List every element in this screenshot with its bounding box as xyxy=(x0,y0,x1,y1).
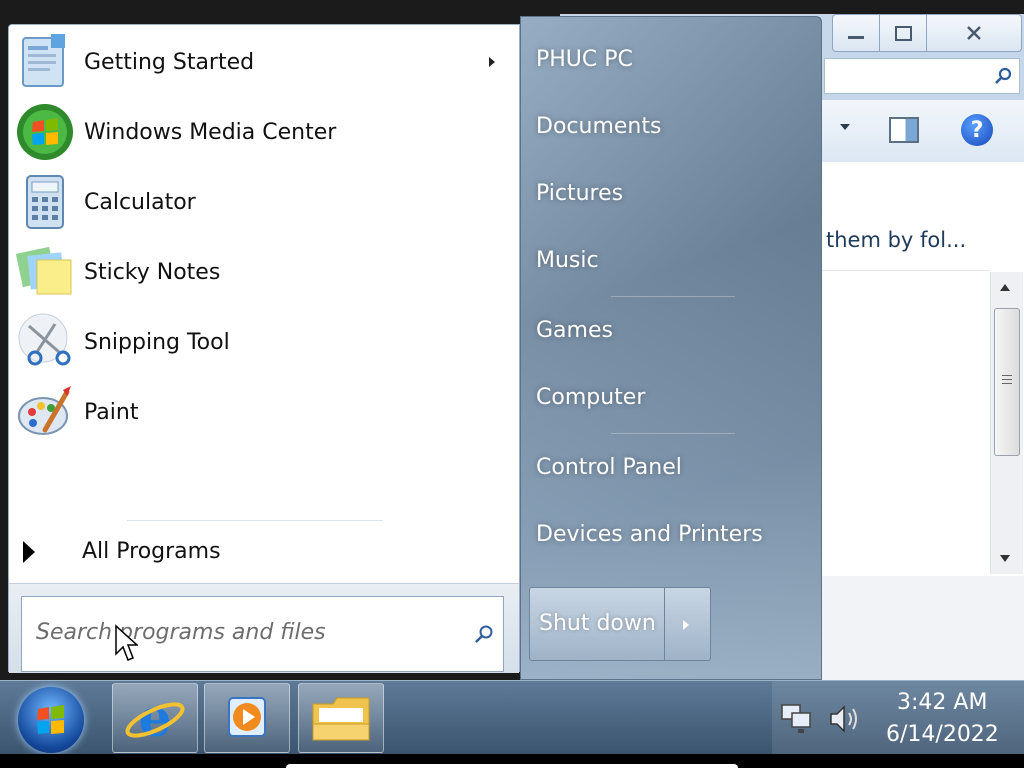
media-player-icon xyxy=(228,697,266,737)
program-label: Snipping Tool xyxy=(84,329,230,355)
taskbar-media-player[interactable] xyxy=(204,683,290,753)
place-item-user[interactable]: PHUC PC xyxy=(529,35,817,87)
close-button[interactable] xyxy=(927,14,1022,52)
place-label: Control Panel xyxy=(536,455,682,480)
place-item-games[interactable]: Games xyxy=(529,306,817,358)
place-item-devices-printers[interactable]: Devices and Printers xyxy=(529,510,817,562)
details-pane xyxy=(822,576,1024,680)
scroll-down-icon[interactable] xyxy=(1000,555,1010,562)
explorer-search-field[interactable] xyxy=(824,58,1020,94)
program-item-getting-started[interactable]: Getting Started xyxy=(9,27,519,97)
program-label: Calculator xyxy=(84,189,196,215)
start-search-input[interactable] xyxy=(34,619,458,646)
place-item-pictures[interactable]: Pictures xyxy=(529,169,817,221)
taskbar-internet-explorer[interactable]: e xyxy=(112,683,198,753)
program-item-sticky-notes[interactable]: Sticky Notes xyxy=(9,237,519,307)
getting-started-icon xyxy=(22,34,65,87)
internet-explorer-icon: e xyxy=(125,688,185,749)
network-icon[interactable] xyxy=(780,703,814,735)
program-item-snipping-tool[interactable]: Snipping Tool xyxy=(9,307,519,377)
all-programs-button[interactable]: All Programs xyxy=(9,531,519,575)
explorer-toolbar xyxy=(822,100,1024,162)
place-label: Games xyxy=(536,318,613,343)
places-divider xyxy=(611,433,735,434)
expand-arrow-icon xyxy=(23,541,35,563)
program-label: Paint xyxy=(84,399,139,425)
shutdown-label: Shut down xyxy=(539,611,656,636)
all-programs-label: All Programs xyxy=(82,539,221,564)
content-divider xyxy=(822,270,990,271)
preview-pane-icon[interactable] xyxy=(889,117,919,143)
search-icon xyxy=(475,625,493,643)
program-label: Windows Media Center xyxy=(84,119,337,145)
place-label: Pictures xyxy=(536,181,624,206)
vertical-scrollbar[interactable] xyxy=(990,272,1023,574)
close-icon xyxy=(967,26,981,40)
scissors-icon xyxy=(18,313,71,366)
program-label: Sticky Notes xyxy=(84,259,221,285)
taskbar: e xyxy=(0,680,1024,755)
screen-glint xyxy=(286,764,738,768)
programs-divider xyxy=(127,520,383,521)
place-label: Computer xyxy=(536,385,646,410)
start-button[interactable] xyxy=(18,687,84,753)
place-label: Documents xyxy=(536,114,662,139)
scroll-up-icon[interactable] xyxy=(1000,284,1010,291)
help-icon[interactable]: ? xyxy=(961,114,993,146)
minimize-button[interactable] xyxy=(832,14,880,52)
library-hint-text: them by fol... xyxy=(826,228,967,252)
program-item-paint[interactable]: Paint xyxy=(9,377,519,447)
svg-text:e: e xyxy=(138,688,171,749)
minimize-icon xyxy=(848,35,864,39)
search-area xyxy=(9,583,519,673)
maximize-button[interactable] xyxy=(880,14,927,52)
search-icon xyxy=(995,67,1012,84)
start-menu: Getting Started Windows Media Center Cal… xyxy=(8,16,822,680)
sticky-notes-icon xyxy=(15,246,72,295)
explorer-folder-icon xyxy=(312,697,370,741)
program-label: Getting Started xyxy=(84,49,255,75)
paint-palette-icon xyxy=(18,386,71,435)
programs-pane: Getting Started Windows Media Center Cal… xyxy=(8,24,520,673)
program-item-media-center[interactable]: Windows Media Center xyxy=(9,97,519,167)
shutdown-button[interactable]: Shut down xyxy=(529,587,665,661)
view-dropdown-icon[interactable] xyxy=(840,124,850,130)
place-item-music[interactable]: Music xyxy=(529,236,817,288)
restore-icon xyxy=(894,25,912,41)
clock-time[interactable]: 3:42 AM xyxy=(897,690,987,715)
clock-date[interactable]: 6/14/2022 xyxy=(886,722,999,747)
program-item-calculator[interactable]: Calculator xyxy=(9,167,519,237)
place-label: PHUC PC xyxy=(536,47,633,72)
taskbar-explorer[interactable] xyxy=(298,683,384,753)
submenu-arrow-icon[interactable] xyxy=(489,57,495,67)
place-item-documents[interactable]: Documents xyxy=(529,102,817,154)
mouse-cursor-icon xyxy=(115,624,138,661)
windows-logo-icon xyxy=(37,705,64,734)
place-label: Music xyxy=(536,248,599,273)
start-search-box[interactable] xyxy=(21,596,504,672)
desktop-screen: ? them by fol... Getting Started Windows… xyxy=(0,0,1024,768)
scroll-thumb[interactable] xyxy=(994,308,1020,456)
speaker-icon[interactable] xyxy=(828,703,862,735)
media-center-icon xyxy=(17,104,73,160)
place-label: Devices and Printers xyxy=(536,522,763,547)
calculator-icon xyxy=(26,175,64,229)
place-item-computer[interactable]: Computer xyxy=(529,373,817,425)
place-item-control-panel[interactable]: Control Panel xyxy=(529,443,817,495)
places-pane: PHUC PC Documents Pictures Music Games C… xyxy=(520,16,822,680)
shutdown-options-button[interactable] xyxy=(665,587,711,661)
grip-icon xyxy=(1002,375,1012,387)
window-controls xyxy=(832,14,1022,52)
chevron-right-icon xyxy=(683,620,689,630)
places-divider xyxy=(611,296,735,297)
